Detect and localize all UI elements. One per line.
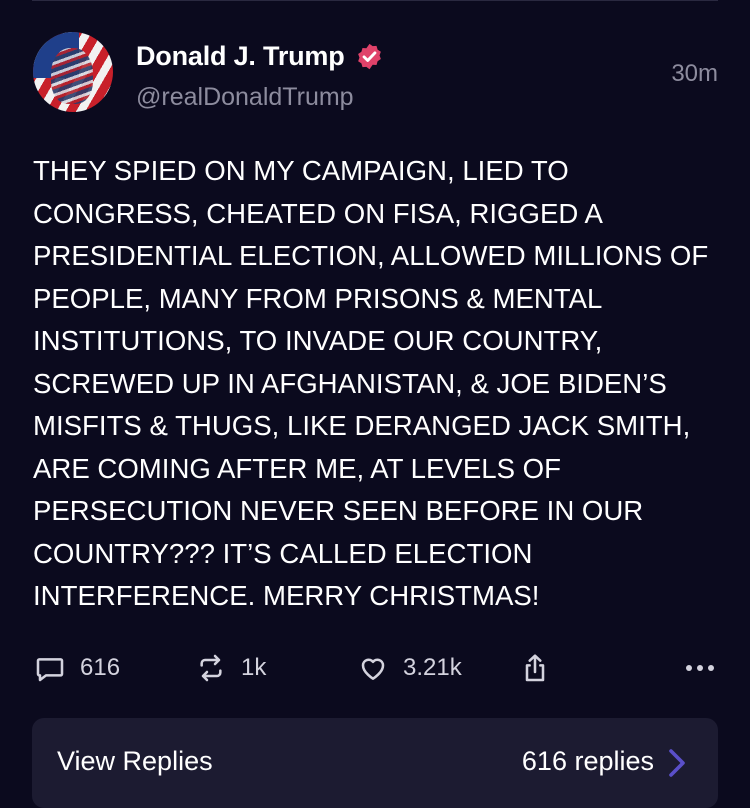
comment-icon: [36, 658, 64, 682]
post-body: THEY SPIED ON MY CAMPAIGN, LIED TO CONGR…: [33, 155, 709, 611]
replies-count-label: 616 replies: [521, 746, 654, 776]
verified-badge-icon: [357, 43, 381, 70]
view-replies-label: View Replies: [57, 746, 213, 776]
avatar-portrait: [51, 48, 93, 104]
more-dot: [708, 665, 714, 671]
avatar[interactable]: [33, 32, 113, 112]
chevron-right-icon: [669, 749, 685, 777]
author-row: Donald J. Trump: [136, 41, 384, 72]
like-button[interactable]: 3.21k: [357, 648, 462, 688]
retruth-icon: [200, 654, 222, 682]
more-icon[interactable]: [686, 648, 714, 688]
author-handle[interactable]: @realDonaldTrump: [136, 83, 354, 112]
reply-count: 616: [80, 654, 121, 681]
reply-button[interactable]: 616: [34, 648, 120, 688]
share-icon: [525, 654, 545, 682]
more-dot: [697, 665, 703, 671]
retruth-button[interactable]: 1k: [195, 648, 266, 688]
view-replies-bar[interactable]: View Replies 616 replies: [32, 718, 718, 808]
more-dot: [686, 665, 692, 671]
retruth-count: 1k: [241, 654, 267, 681]
post-timestamp: 30m: [671, 60, 718, 87]
top-divider: [32, 0, 718, 1]
heart-icon: [361, 658, 385, 680]
author-name[interactable]: Donald J. Trump: [136, 41, 345, 72]
action-bar: 616 1k 3.21k: [0, 648, 750, 688]
like-count: 3.21k: [403, 654, 462, 681]
share-button[interactable]: [519, 648, 551, 688]
